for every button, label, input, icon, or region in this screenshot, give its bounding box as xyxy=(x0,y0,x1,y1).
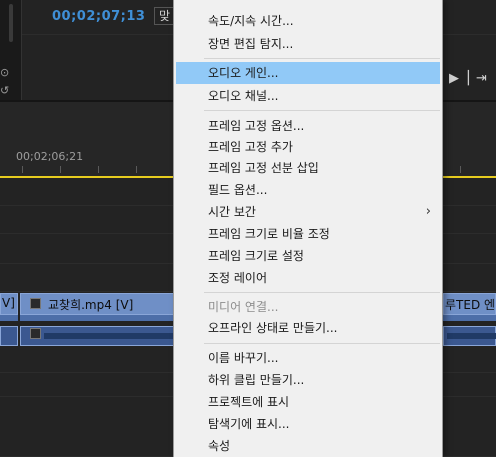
record-icon[interactable]: ⊙ xyxy=(0,66,9,79)
video-clip-right-body[interactable] xyxy=(443,315,496,321)
menu-item-make-offline[interactable]: 오프라인 상태로 만들기... xyxy=(176,317,440,339)
menu-separator xyxy=(204,58,440,59)
menu-item-speed-duration[interactable]: 속도/지속 시간... xyxy=(176,10,440,32)
menu-separator xyxy=(204,343,440,344)
menu-item-scene-edit-detection[interactable]: 장면 편집 탐지... xyxy=(176,33,440,55)
ruler-tick xyxy=(460,166,461,173)
menu-separator xyxy=(204,110,440,111)
audio-clip-left[interactable] xyxy=(0,326,18,346)
fx-badge-icon xyxy=(30,298,41,309)
menu-item-link-media: 미디어 연결... xyxy=(208,300,279,314)
menu-item-rename[interactable]: 이름 바꾸기... xyxy=(176,347,440,369)
menu-item-reveal-in-explorer[interactable]: 탐색기에 표시... xyxy=(176,413,440,435)
ruler-tick xyxy=(22,166,23,173)
playhead-timecode[interactable]: 00;02;07;13 xyxy=(52,9,145,24)
ruler-time-label: 00;02;06;21 xyxy=(16,150,84,163)
menu-item-time-interpolation[interactable]: 시간 보간 › xyxy=(176,201,440,223)
loop-icon[interactable]: ↺ xyxy=(0,84,9,97)
ruler-tick xyxy=(136,166,137,173)
menu-item-make-subclip[interactable]: 하위 클립 만들기... xyxy=(176,369,440,391)
chevron-right-icon: › xyxy=(425,204,431,219)
menu-separator xyxy=(204,292,440,293)
menu-item-audio-channels[interactable]: 오디오 채널... xyxy=(176,85,440,107)
menu-item-add-frame-hold[interactable]: 프레임 고정 추가 xyxy=(176,136,440,158)
menu-item-properties[interactable]: 속성 xyxy=(176,435,440,457)
menu-item-set-to-frame-size[interactable]: 프레임 크기로 설정 xyxy=(176,245,440,267)
menu-item-audio-gain[interactable]: 오디오 게인... xyxy=(176,62,440,84)
menu-item-frame-hold-options[interactable]: 프레임 고정 옵션... xyxy=(176,115,440,137)
menu-item-scale-to-frame-size[interactable]: 프레임 크기로 비율 조정 xyxy=(176,223,440,245)
audio-meter-strip: ⊙ ↺ xyxy=(0,0,22,100)
ruler-tick xyxy=(60,166,61,173)
video-clip-main-body[interactable] xyxy=(20,315,175,321)
step-forward-icon[interactable]: ▶▕ xyxy=(449,71,469,86)
menu-item-adjustment-layer[interactable]: 조정 레이어 xyxy=(176,267,440,289)
fx-badge-icon xyxy=(30,328,41,339)
clip-main-label: 교찾희.mp4 [V] xyxy=(48,298,134,312)
audio-waveform xyxy=(44,333,175,339)
meter-handle[interactable] xyxy=(9,4,13,42)
clip-left-label: V] xyxy=(2,296,15,310)
clip-right-label: 루TED 엔 xyxy=(445,298,496,312)
menu-item-time-interpolation-label: 시간 보간 xyxy=(208,205,256,219)
audio-waveform xyxy=(447,333,496,339)
clip-context-menu: 속도/지속 시간... 장면 편집 탐지... 오디오 게인... 오디오 채널… xyxy=(173,0,443,457)
export-frame-icon[interactable]: ⇥ xyxy=(476,71,487,86)
menu-item-insert-frame-hold-segment[interactable]: 프레임 고정 선분 삽입 xyxy=(176,157,440,179)
ruler-tick xyxy=(98,166,99,173)
menu-item-field-options[interactable]: 필드 옵션... xyxy=(176,179,440,201)
video-clip-left-body[interactable] xyxy=(0,315,18,321)
menu-item-reveal-in-project[interactable]: 프로젝트에 표시 xyxy=(176,391,440,413)
